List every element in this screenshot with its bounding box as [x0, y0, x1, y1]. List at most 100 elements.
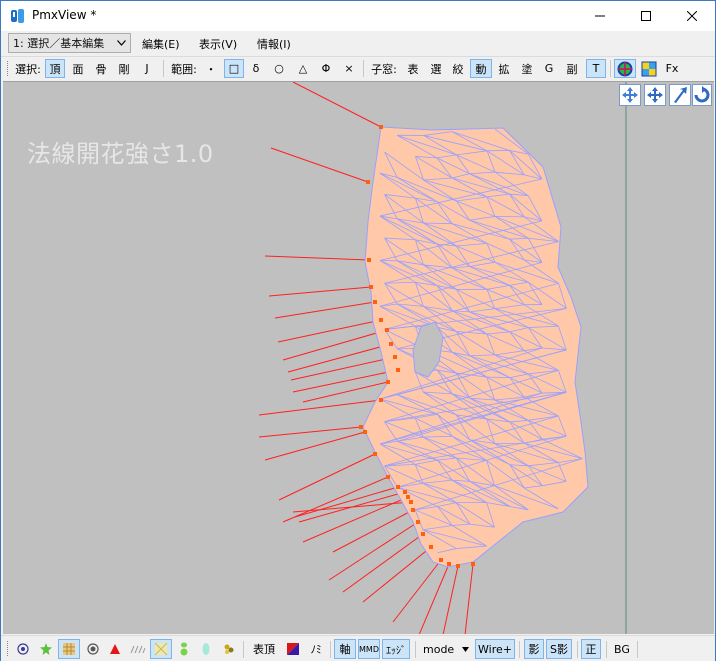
minimize-button[interactable] — [577, 1, 623, 31]
show-material-toggle[interactable] — [58, 639, 80, 659]
select-rigid-button[interactable]: 剛 — [114, 59, 134, 78]
wave-lines-icon — [130, 645, 146, 654]
show-bone-toggle[interactable] — [36, 639, 56, 659]
toolbar-divider — [243, 641, 244, 658]
mmd-toggle[interactable]: MMD — [358, 639, 380, 659]
mesh-surface[interactable] — [362, 126, 589, 568]
show-soft-toggle[interactable] — [128, 639, 148, 659]
show-rigid-toggle[interactable] — [83, 639, 103, 659]
menu-view[interactable]: 表示(V) — [199, 36, 237, 52]
wire-plus-toggle[interactable]: Wire+ — [475, 639, 515, 659]
target-dot-icon — [87, 643, 99, 655]
range-triangle-button[interactable]: △ — [293, 59, 313, 78]
self-shadow-toggle[interactable]: S影 — [546, 639, 572, 659]
maximize-button[interactable] — [623, 1, 669, 31]
menu-bar: 1: 選択／基本編集 編集(E) 表示(V) 情報(I) — [1, 31, 715, 55]
toolbar-divider — [606, 641, 607, 658]
show-morph-toggle[interactable] — [150, 639, 172, 659]
range-circle-button[interactable]: ○ — [269, 59, 289, 78]
toolbar-divider — [363, 60, 364, 77]
child-scale-button[interactable]: 拡 — [494, 59, 514, 78]
close-button[interactable] — [669, 1, 715, 31]
toolbar-divider — [610, 60, 611, 77]
range-rect-button[interactable]: □ — [224, 59, 244, 78]
show-joint-toggle[interactable] — [105, 639, 125, 659]
dropdown-arrow-icon — [462, 646, 469, 652]
range-clear-button[interactable]: × — [339, 59, 359, 78]
show-green-bone-toggle[interactable] — [175, 639, 193, 659]
move-xz-button[interactable] — [644, 84, 666, 106]
background-button[interactable]: BG — [611, 639, 633, 659]
pmxview-window: PmxView * 1: 選択／基本編集 編集(E) 表示(V) 情報(I) 選… — [0, 0, 716, 661]
move-xy-button[interactable] — [619, 84, 641, 106]
edge-toggle[interactable]: ｴｯｼﾞ — [382, 639, 410, 659]
green-figure-icon — [180, 642, 188, 656]
3d-viewport[interactable]: 法線開花強さ1.0 — [3, 81, 714, 634]
bone-star-icon — [40, 643, 52, 655]
toolbar-divider — [330, 641, 331, 658]
menu-edit[interactable]: 編集(E) — [142, 36, 180, 52]
red-triangle-icon — [110, 644, 120, 654]
vertex-table-button[interactable]: 表頂 — [249, 639, 279, 659]
child-t-button[interactable]: T — [586, 59, 606, 78]
child-filter-button[interactable]: 絞 — [448, 59, 468, 78]
select-bone-button[interactable]: 骨 — [91, 59, 111, 78]
range-delta-button[interactable]: δ — [247, 59, 265, 78]
range-phi-button[interactable]: Φ — [316, 59, 336, 78]
show-cyan-figure-toggle[interactable] — [197, 639, 215, 659]
grid-icon — [641, 61, 657, 76]
pmx-app-icon — [11, 9, 24, 23]
orthographic-toggle[interactable]: 正 — [581, 639, 601, 659]
child-group-button[interactable]: G — [539, 59, 559, 78]
minimize-icon — [595, 15, 605, 17]
toolbar-grip[interactable] — [7, 61, 10, 76]
child-select-button[interactable]: 選 — [426, 59, 446, 78]
menu-info[interactable]: 情報(I) — [257, 36, 291, 52]
close-icon — [687, 11, 697, 21]
show-dots-toggle[interactable] — [219, 639, 239, 659]
toolbar-grip[interactable] — [7, 641, 10, 656]
mi-button[interactable]: ﾉﾐ — [306, 639, 326, 659]
move-arrows-icon — [622, 87, 638, 103]
rotate-icon — [694, 86, 710, 103]
child-window-label: 子窓: — [371, 62, 397, 76]
zoom-button[interactable] — [669, 84, 691, 106]
dots-cluster-icon — [224, 644, 234, 654]
main-toolbar: 選択: 頂 面 骨 剛 J 範囲: ・ □ δ ○ △ Φ × 子窓: 表 選 … — [1, 56, 715, 80]
toolbar-divider — [415, 641, 416, 658]
grid-view-button[interactable] — [638, 59, 660, 78]
rotate-button[interactable] — [692, 84, 712, 106]
title-bar: PmxView * — [1, 1, 715, 31]
select-label: 選択: — [15, 62, 41, 76]
cyan-figure-icon — [202, 643, 210, 655]
render-mode-dropdown[interactable]: mode — [420, 639, 472, 659]
child-sub-button[interactable]: 副 — [562, 59, 582, 78]
range-label: 範囲: — [171, 62, 197, 76]
child-paint-button[interactable]: 塗 — [517, 59, 537, 78]
window-title: PmxView * — [32, 8, 97, 22]
zoom-arrow-icon — [674, 87, 687, 103]
select-face-button[interactable]: 面 — [68, 59, 88, 78]
color-swatch-button[interactable] — [283, 639, 303, 659]
show-vertex-toggle[interactable] — [13, 639, 33, 659]
render-mode-value: mode — [423, 642, 455, 656]
select-joint-button[interactable]: J — [137, 59, 157, 78]
axis-toggle[interactable]: 軸 — [334, 639, 356, 659]
range-point-button[interactable]: ・ — [202, 59, 220, 78]
chevron-down-icon — [117, 40, 126, 46]
axis-gizmo-button[interactable] — [614, 59, 636, 78]
morph-pattern-icon — [154, 642, 168, 656]
shadow-toggle[interactable]: 影 — [524, 639, 544, 659]
toolbar-divider — [637, 641, 638, 658]
child-move-button[interactable]: 動 — [470, 59, 492, 78]
bottom-toolbar: 表頂 ﾉﾐ 軸 MMD ｴｯｼﾞ mode Wire+ 影 S影 正 BG — [1, 635, 715, 661]
color-swatch-icon — [287, 643, 299, 655]
fx-button[interactable]: Fx — [662, 59, 682, 78]
edit-mode-select[interactable]: 1: 選択／基本編集 — [8, 33, 131, 53]
child-table-button[interactable]: 表 — [403, 59, 423, 78]
crosshair-icon — [617, 61, 633, 76]
toolbar-divider — [577, 641, 578, 658]
maximize-icon — [641, 11, 651, 21]
select-vertex-button[interactable]: 頂 — [45, 59, 65, 78]
toolbar-divider — [519, 641, 520, 658]
